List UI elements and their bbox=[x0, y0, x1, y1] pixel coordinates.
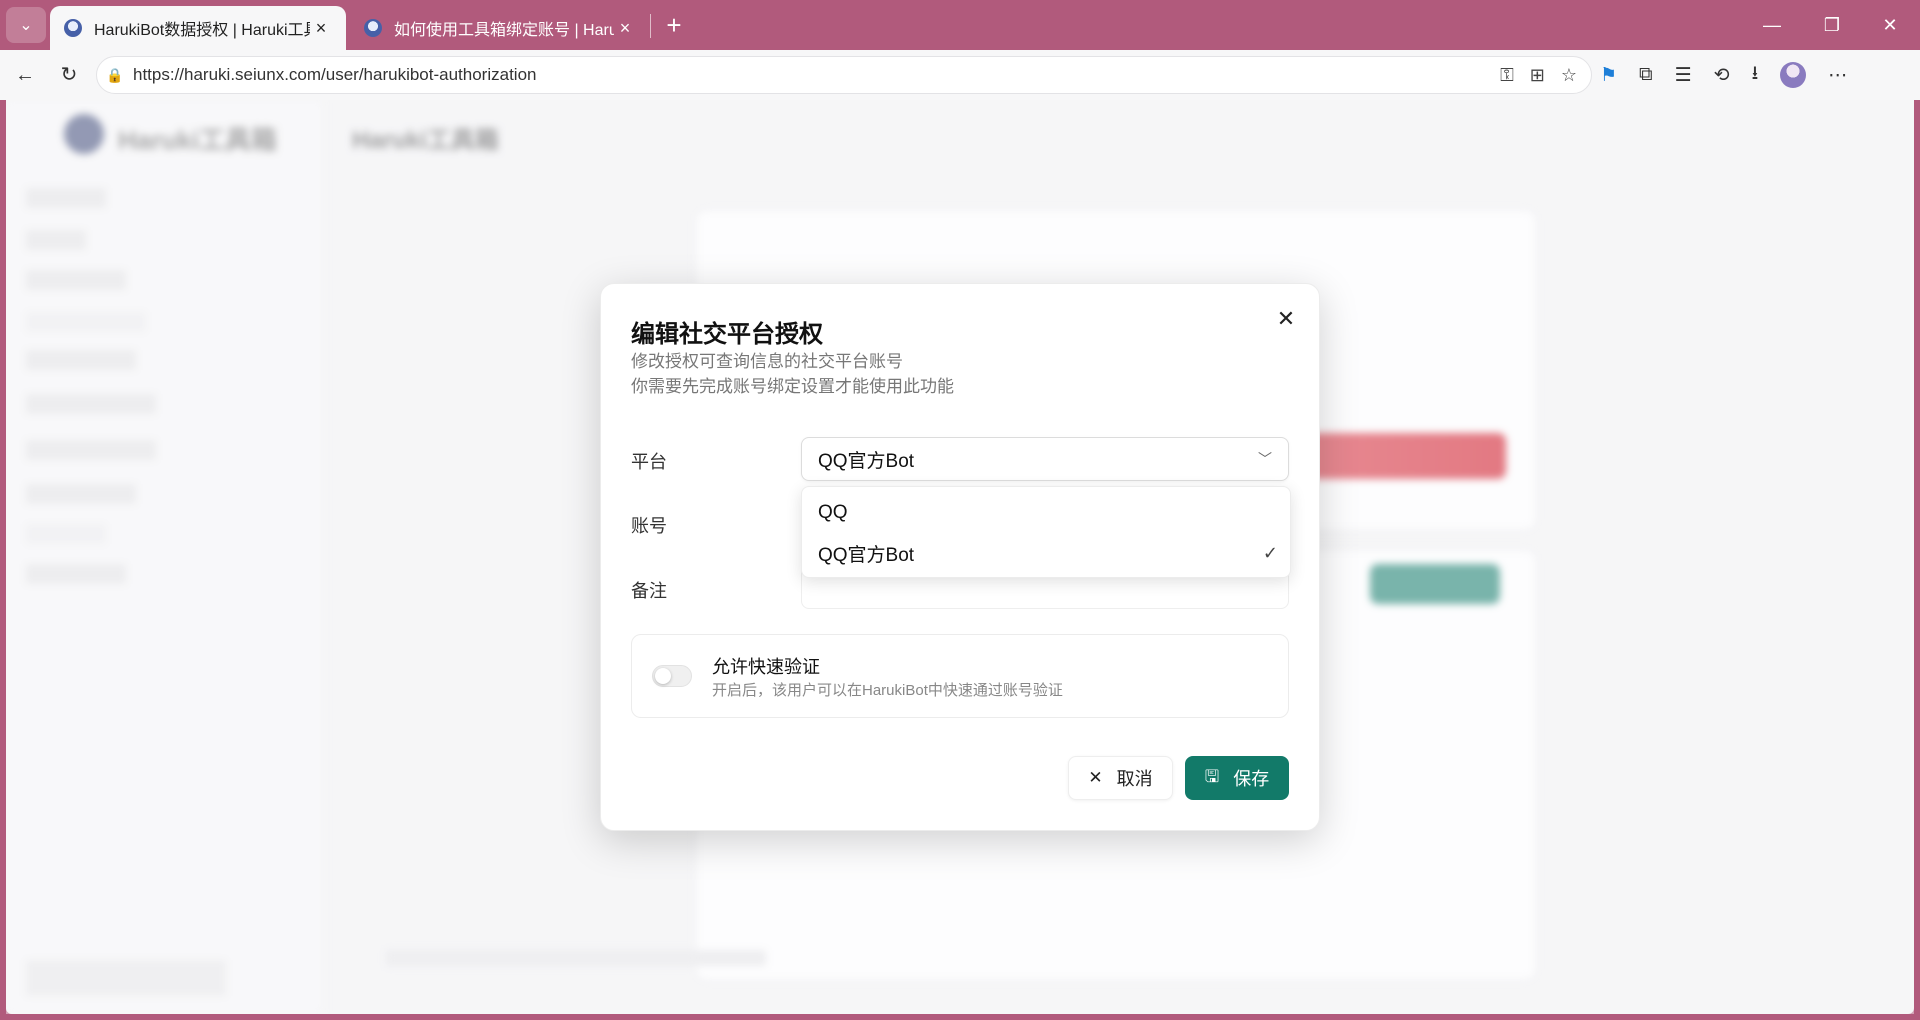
dialog-title: 编辑社交平台授权 bbox=[631, 321, 823, 348]
back-button[interactable]: ← bbox=[8, 59, 42, 91]
restore-button[interactable]: ❐ bbox=[1812, 8, 1852, 42]
tab-binding-guide[interactable]: 如何使用工具箱绑定账号 | HarukiBot × bbox=[350, 6, 650, 50]
close-window-button[interactable]: ✕ bbox=[1870, 8, 1910, 42]
save-icon: 🖫 bbox=[1204, 766, 1220, 786]
app-available-icon[interactable]: ⊞ bbox=[1530, 65, 1545, 86]
address-toolbar: ← ↻ 🔒 https://haruki.seiunx.com/user/har… bbox=[0, 50, 1920, 100]
key-icon[interactable]: ⚿ bbox=[1500, 65, 1514, 86]
note-label: 备注 bbox=[631, 581, 667, 601]
platform-label: 平台 bbox=[631, 452, 667, 472]
chevron-down-icon: ﹀ bbox=[1258, 451, 1272, 467]
close-icon[interactable]: × bbox=[310, 18, 332, 39]
description-line: 修改授权可查询信息的社交平台账号 bbox=[631, 352, 903, 371]
favorites-icon[interactable]: ☰ bbox=[1675, 64, 1692, 87]
quick-verify-title: 允许快速验证 bbox=[712, 657, 820, 677]
close-icon: ✕ bbox=[1088, 768, 1103, 787]
site-info-icon[interactable]: 🔒 bbox=[97, 67, 133, 84]
favorite-star-icon[interactable]: ☆ bbox=[1561, 65, 1577, 86]
tab-title: HarukiBot数据授权 | Haruki工具箱 bbox=[94, 22, 310, 39]
url-text[interactable]: https://haruki.seiunx.com/user/harukibot… bbox=[133, 65, 1500, 85]
dropdown-option-qq[interactable]: QQ bbox=[818, 498, 1278, 528]
toggle-knob bbox=[655, 668, 671, 684]
address-bar[interactable]: 🔒 https://haruki.seiunx.com/user/harukib… bbox=[96, 56, 1592, 94]
description-line: 你需要先完成账号绑定设置才能使用此功能 bbox=[631, 377, 954, 396]
save-button[interactable]: 🖫 保存 bbox=[1185, 756, 1289, 800]
checkmark-icon: ✓ bbox=[1262, 542, 1278, 563]
cancel-label: 取消 bbox=[1116, 769, 1153, 789]
dropdown-option-qq-official-bot[interactable]: QQ官方Bot ✓ bbox=[818, 538, 1278, 568]
tab-title: 如何使用工具箱绑定账号 | HarukiBot bbox=[394, 22, 614, 39]
dialog-description: 修改授权可查询信息的社交平台账号 你需要先完成账号绑定设置才能使用此功能 bbox=[631, 349, 954, 399]
quick-verify-toggle[interactable] bbox=[652, 665, 692, 687]
minimize-button[interactable]: — bbox=[1752, 8, 1792, 42]
quick-verify-card: 允许快速验证 开启后，该用户可以在HarukiBot中快速通过账号验证 bbox=[631, 634, 1289, 718]
tab-harukibot-authorization[interactable]: HarukiBot数据授权 | Haruki工具箱 × bbox=[50, 6, 346, 50]
browser-toolbar: ⚑ ⧉ ☰ ⟲ ⭳ ⋯ bbox=[1600, 59, 1847, 91]
new-tab-button[interactable]: + bbox=[658, 10, 690, 42]
tab-bar: ⌄ HarukiBot数据授权 | Haruki工具箱 × 如何使用工具箱绑定账… bbox=[0, 0, 1920, 50]
platform-select[interactable]: QQ官方Bot ﹀ bbox=[801, 437, 1289, 481]
extensions-icon[interactable]: ⧉ bbox=[1639, 64, 1653, 86]
tab-actions-menu-button[interactable]: ⌄ bbox=[6, 7, 46, 43]
refresh-button[interactable]: ↻ bbox=[52, 59, 86, 91]
option-label: QQ bbox=[818, 502, 848, 523]
platform-dropdown-list: QQ QQ官方Bot ✓ bbox=[801, 486, 1291, 578]
close-icon[interactable]: × bbox=[614, 18, 636, 39]
download-icon[interactable]: ⭳ bbox=[1752, 59, 1759, 91]
quick-verify-description: 开启后，该用户可以在HarukiBot中快速通过账号验证 bbox=[712, 682, 1063, 699]
option-label: QQ官方Bot bbox=[818, 544, 915, 566]
more-menu-icon[interactable]: ⋯ bbox=[1828, 64, 1847, 87]
chevron-down-icon: ⌄ bbox=[19, 17, 33, 34]
cancel-button[interactable]: ✕ 取消 bbox=[1068, 756, 1173, 800]
profile-avatar[interactable] bbox=[1780, 62, 1807, 88]
close-icon[interactable]: ✕ bbox=[1271, 304, 1301, 334]
site-favicon-icon bbox=[64, 19, 82, 37]
history-icon[interactable]: ⟲ bbox=[1714, 64, 1730, 87]
account-label: 账号 bbox=[631, 516, 667, 536]
tab-divider bbox=[650, 14, 651, 38]
site-favicon-icon bbox=[364, 19, 382, 37]
platform-select-value: QQ官方Bot bbox=[818, 450, 915, 472]
save-label: 保存 bbox=[1233, 769, 1270, 789]
extension-bookmark-icon[interactable]: ⚑ bbox=[1600, 64, 1617, 87]
